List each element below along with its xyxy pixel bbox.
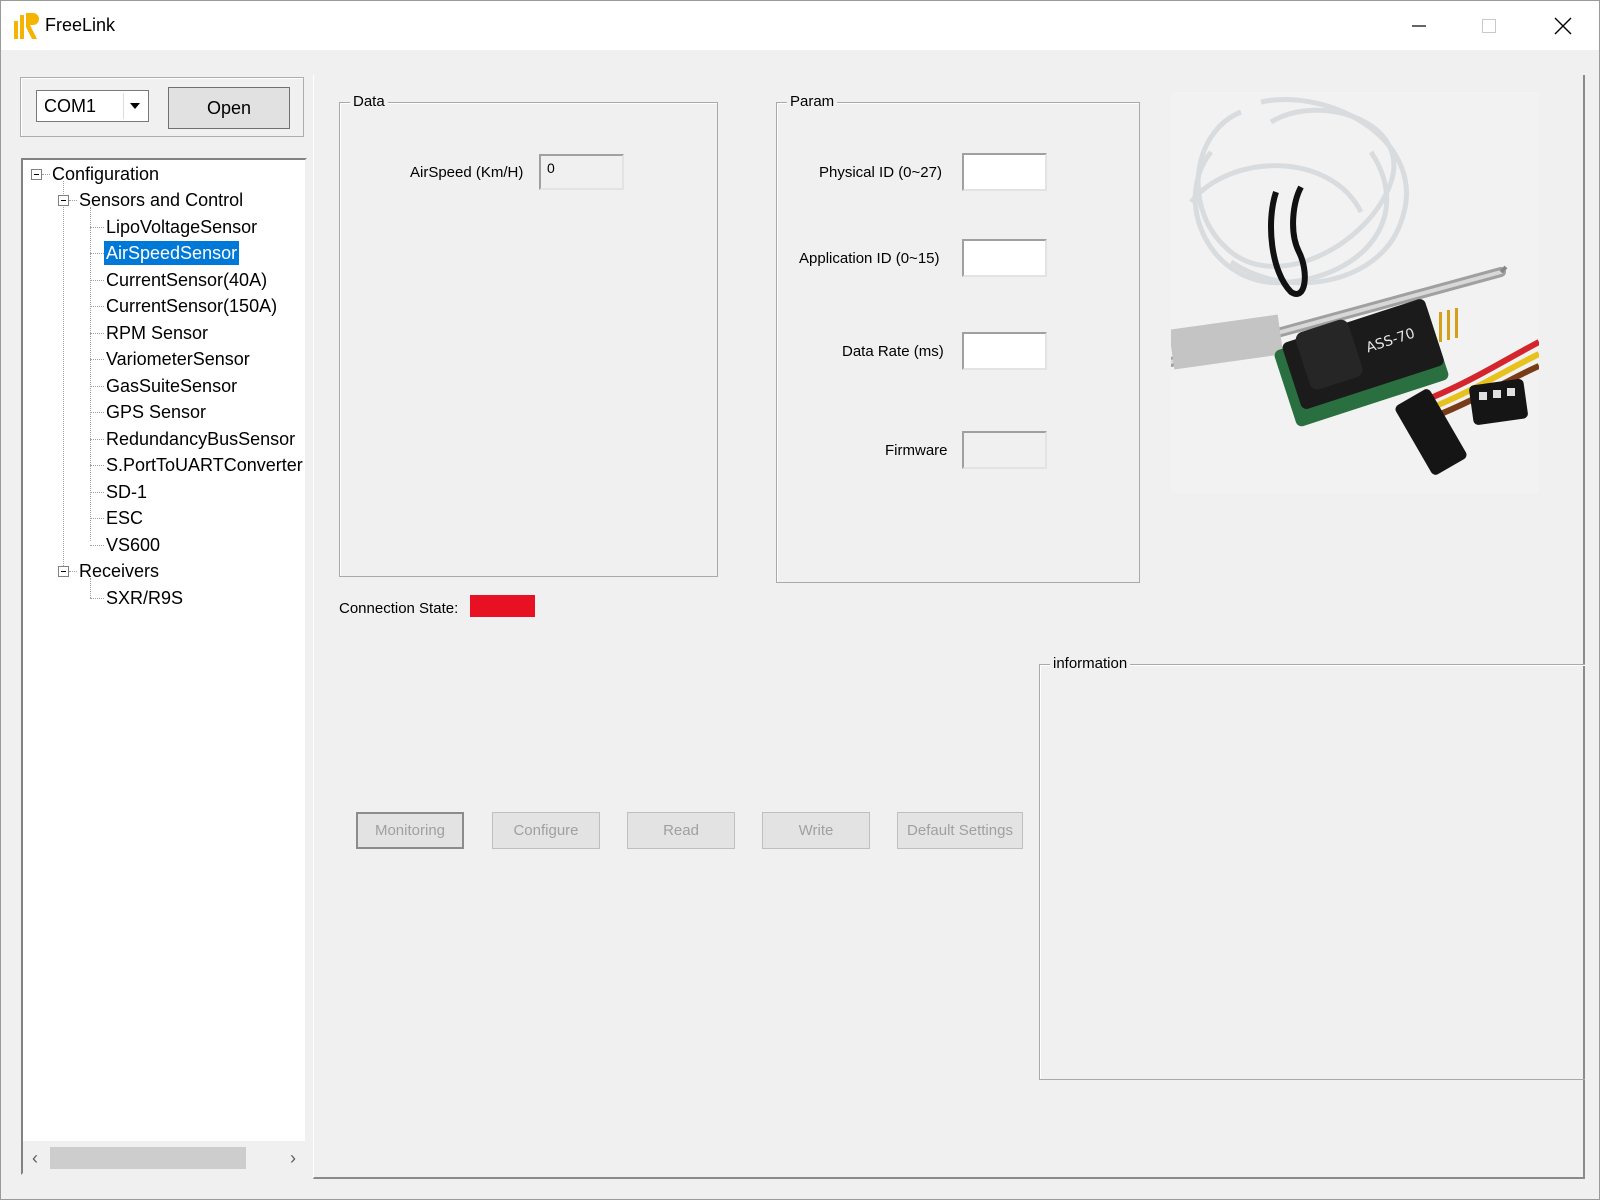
data-group-title: Data [350, 93, 388, 111]
scroll-left-icon[interactable]: ‹ [25, 1147, 45, 1169]
port-group: COM1 Open [20, 77, 304, 137]
tree-item-rpm-sensor[interactable]: RPM Sensor [106, 321, 208, 345]
scrollbar-thumb[interactable] [50, 1147, 246, 1169]
connection-state-label: Connection State: [339, 600, 459, 617]
com-port-select[interactable]: COM1 [36, 90, 149, 122]
tree-item-currentsensor-40a[interactable]: CurrentSensor(40A) [106, 268, 267, 292]
tree-connector [90, 578, 91, 598]
tree-connector [69, 571, 77, 572]
data-rate-label: Data Rate (ms) [842, 343, 944, 360]
tree-connector [90, 280, 104, 281]
tree-item-variometersensor[interactable]: VariometerSensor [106, 347, 250, 371]
tree-connector [90, 207, 91, 541]
connection-state-indicator [470, 595, 535, 617]
data-rate-input[interactable] [962, 332, 1047, 370]
airspeed-label: AirSpeed (Km/H) [410, 164, 524, 181]
tree-group-sensors-and-control[interactable]: Sensors and Control [79, 188, 243, 212]
tree-connector [69, 200, 77, 201]
param-group-title: Param [787, 93, 838, 111]
data-group: Data [339, 93, 718, 577]
window-title: FreeLink [45, 15, 116, 35]
monitoring-button[interactable]: Monitoring [356, 812, 464, 849]
tree-item-sd-1[interactable]: SD-1 [106, 480, 147, 504]
tree-item-sxr-r9s[interactable]: SXR/R9S [106, 586, 183, 610]
tree-connector [63, 181, 64, 568]
tree-connector [90, 598, 104, 599]
firmware-label: Firmware [885, 442, 948, 459]
tree-connector [90, 412, 104, 413]
tree-connector [90, 333, 104, 334]
tree-connector [90, 306, 104, 307]
open-port-button[interactable]: Open [168, 87, 290, 129]
tree-item-redundancybussensor[interactable]: RedundancyBusSensor [106, 427, 295, 451]
information-group: information [1039, 655, 1585, 1080]
maximize-icon [1482, 18, 1496, 33]
tree-item-esc[interactable]: ESC [106, 506, 143, 530]
collapse-icon[interactable] [31, 169, 42, 180]
information-group-title: information [1050, 655, 1131, 673]
dropdown-arrow-icon[interactable] [123, 93, 146, 119]
maximize-button[interactable] [1454, 1, 1524, 50]
tree-connector [90, 386, 104, 387]
default-settings-button[interactable]: Default Settings [897, 812, 1023, 849]
tree-item-gps-sensor[interactable]: GPS Sensor [106, 400, 206, 424]
tree-connector [42, 174, 50, 175]
write-button[interactable]: Write [762, 812, 870, 849]
collapse-icon[interactable] [58, 566, 69, 577]
close-icon [1554, 17, 1572, 34]
com-port-value: COM1 [44, 96, 97, 116]
tree-item-gassuitesensor[interactable]: GasSuiteSensor [106, 374, 237, 398]
tree-root-configuration[interactable]: Configuration [52, 162, 159, 186]
tree-connector [90, 439, 104, 440]
tree-horizontal-scrollbar[interactable]: ‹ › [23, 1141, 305, 1173]
firmware-value-field[interactable] [962, 431, 1047, 469]
airspeed-value-field[interactable]: 0 [539, 154, 624, 190]
tree-connector [90, 492, 104, 493]
tree-connector [90, 518, 104, 519]
tree-item-lipovoltagesensor[interactable]: LipoVoltageSensor [106, 215, 257, 239]
tree-connector [90, 253, 104, 254]
tree-connector [90, 359, 104, 360]
physical-id-input[interactable] [962, 153, 1047, 191]
tree-item-sport-to-uart-converter[interactable]: S.PortToUARTConverter [106, 453, 303, 477]
physical-id-label: Physical ID (0~27) [819, 164, 942, 181]
title-bar[interactable]: FreeLink [1, 1, 1599, 50]
close-button[interactable] [1528, 1, 1598, 50]
tree-item-airspeedsensor[interactable]: AirSpeedSensor [104, 241, 240, 265]
minimize-button[interactable] [1384, 1, 1454, 50]
tree-group-receivers[interactable]: Receivers [79, 559, 159, 583]
scroll-right-icon[interactable]: › [283, 1147, 303, 1169]
sensor-product-image: ASS-70 [1166, 92, 1541, 493]
freelink-window: FreeLink COM1 Open Configuration Sensors… [0, 0, 1600, 1200]
collapse-icon[interactable] [58, 195, 69, 206]
read-button[interactable]: Read [627, 812, 735, 849]
configure-button[interactable]: Configure [492, 812, 600, 849]
tree-item-currentsensor-150a[interactable]: CurrentSensor(150A) [106, 294, 277, 318]
tree-connector [90, 227, 104, 228]
tree-connector [90, 465, 104, 466]
device-tree[interactable]: Configuration Sensors and Control LipoVo… [21, 158, 307, 1175]
tree-item-vs600[interactable]: VS600 [106, 533, 160, 557]
application-id-label: Application ID (0~15) [799, 250, 940, 267]
tree-connector [90, 545, 104, 546]
application-id-input[interactable] [962, 239, 1047, 277]
minimize-icon [1412, 24, 1426, 27]
freelink-logo-icon [14, 13, 39, 39]
